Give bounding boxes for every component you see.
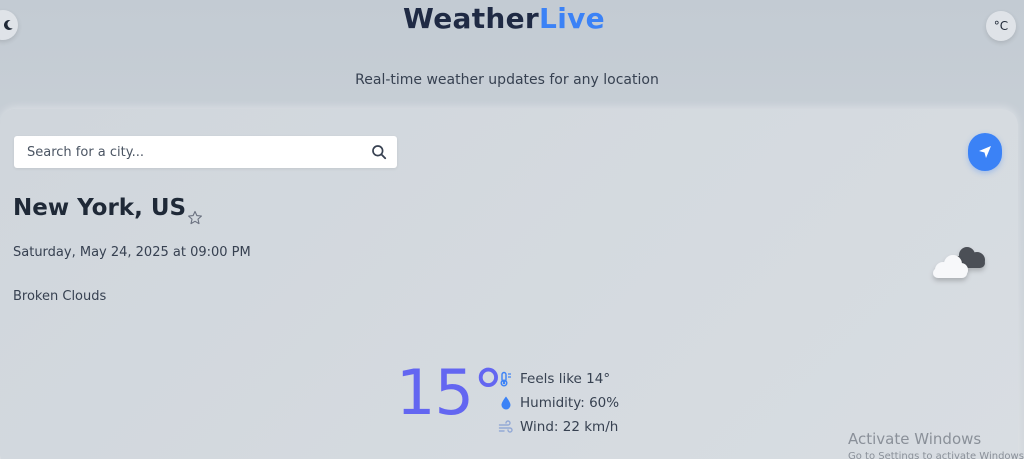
current-location-button[interactable] (968, 133, 1002, 171)
broken-clouds-icon (933, 247, 985, 278)
thermometer-icon (500, 371, 511, 387)
droplet-icon (501, 396, 511, 410)
app-logo: WeatherLive (0, 2, 1008, 35)
search-icon[interactable] (371, 144, 387, 160)
humidity-row: Humidity: 60% (498, 391, 619, 415)
weather-details: Feels like 14° Humidity: 60% Wind: 22 km… (498, 367, 619, 439)
page-subtitle: Real-time weather updates for any locati… (355, 72, 659, 88)
feels-like-text: Feels like 14° (520, 371, 611, 387)
logo-primary: Weather (403, 2, 540, 35)
location-arrow-icon (979, 146, 991, 158)
current-temperature: 15° (396, 356, 504, 429)
wind-row: Wind: 22 km/h (498, 415, 619, 439)
activate-windows-watermark: Activate Windows (848, 430, 982, 448)
wind-text: Wind: 22 km/h (520, 419, 619, 435)
star-icon[interactable] (187, 210, 203, 226)
wind-icon (498, 420, 513, 433)
search-input[interactable] (27, 136, 367, 168)
search-box (14, 136, 397, 168)
feels-like-row: Feels like 14° (498, 367, 619, 391)
weather-condition: Broken Clouds (13, 289, 107, 304)
logo-accent: Live (539, 2, 605, 35)
humidity-text: Humidity: 60% (520, 395, 620, 411)
unit-toggle-button[interactable]: °C (986, 11, 1016, 41)
date-time: Saturday, May 24, 2025 at 09:00 PM (13, 245, 251, 260)
activate-windows-subtext: Go to Settings to activate Windows. (848, 451, 1024, 459)
city-name: New York, US (13, 195, 187, 221)
